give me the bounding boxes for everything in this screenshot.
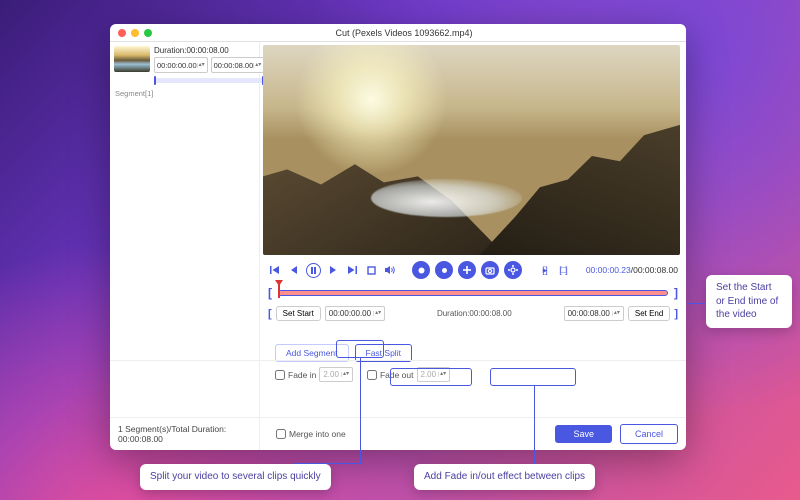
preview-art	[371, 179, 521, 217]
zoom-window-icon[interactable]	[144, 29, 152, 37]
segments-summary: 1 Segment(s)/Total Duration: 00:00:08.00	[118, 424, 268, 444]
merge-label: Merge into one	[289, 429, 346, 439]
minimize-window-icon[interactable]	[131, 29, 139, 37]
window-title: Cut (Pexels Videos 1093662.mp4)	[152, 28, 686, 38]
segment-start-value: 00:00:00.00	[157, 61, 197, 70]
volume-icon[interactable]	[383, 263, 397, 277]
segment-end-value: 00:00:08.00	[214, 61, 254, 70]
bottom-bar: 1 Segment(s)/Total Duration: 00:00:08.00…	[110, 417, 686, 450]
callout-lead	[534, 386, 535, 464]
mark-in-button[interactable]	[412, 261, 430, 279]
checkbox-icon[interactable]	[367, 370, 377, 380]
add-marker-button[interactable]	[458, 261, 476, 279]
segments-sidebar: Duration:00:00:08.00 00:00:00.00 ▴▾ 00:0…	[110, 42, 260, 450]
stepper-icon[interactable]: ▴▾	[438, 372, 446, 377]
segment-start-input[interactable]: 00:00:00.00 ▴▾	[154, 57, 208, 73]
segment-end-input[interactable]: 00:00:08.00 ▴▾	[211, 57, 265, 73]
bracket-in-icon[interactable]: [▸]	[537, 263, 551, 277]
playhead-icon[interactable]	[278, 284, 280, 298]
stop-icon[interactable]	[364, 263, 378, 277]
segment-range-slider[interactable]	[154, 78, 264, 83]
settings-button[interactable]	[504, 261, 522, 279]
timecode-total: /00:00:08.00	[631, 265, 678, 275]
range-start-input[interactable]: 00:00:00.00 ▴▾	[325, 306, 385, 321]
fade-in-checkbox[interactable]: Fade in 2.00 ▴▾	[275, 367, 353, 382]
range-start-value: 00:00:00.00	[329, 309, 371, 318]
set-start-button[interactable]: Set Start	[276, 306, 321, 321]
timecode-current: 00:00:00.23	[586, 265, 631, 275]
window-controls	[110, 29, 152, 37]
stepper-icon[interactable]: ▴▾	[197, 63, 205, 68]
merge-checkbox[interactable]: Merge into one	[276, 429, 346, 439]
snapshot-button[interactable]	[481, 261, 499, 279]
bracket-left-icon[interactable]: [	[268, 286, 272, 300]
playback-controls: [▸] [□] 00:00:00.23/00:00:08.00	[260, 255, 686, 282]
bracket-right-icon[interactable]: ]	[674, 286, 678, 300]
fade-in-value: 2.00	[323, 370, 339, 379]
fade-out-value: 2.00	[421, 370, 437, 379]
timeline[interactable]: [ ]	[268, 286, 678, 300]
range-row: [ Set Start 00:00:00.00 ▴▾ Duration:00:0…	[260, 304, 686, 323]
stepper-icon[interactable]: ▴▾	[341, 372, 349, 377]
stepper-icon[interactable]: ▴▾	[373, 311, 381, 316]
prev-frame-icon[interactable]	[287, 263, 301, 277]
main-panel: [▸] [□] 00:00:00.23/00:00:08.00 [ ] [ Se…	[260, 42, 686, 450]
skip-start-icon[interactable]	[268, 263, 282, 277]
segment-duration-label: Duration:00:00:08.00	[154, 46, 264, 55]
window-body: Duration:00:00:08.00 00:00:00.00 ▴▾ 00:0…	[110, 42, 686, 450]
bracket-left-icon: [	[268, 308, 272, 320]
fade-out-input[interactable]: 2.00 ▴▾	[417, 367, 451, 382]
cut-window: Cut (Pexels Videos 1093662.mp4) Duration…	[110, 24, 686, 450]
bracket-out-icon[interactable]: [□]	[556, 263, 570, 277]
fade-row: Fade in 2.00 ▴▾ Fade out 2.00 ▴▾	[110, 360, 686, 382]
callout-lead	[688, 303, 706, 304]
stepper-icon[interactable]: ▴▾	[612, 311, 620, 316]
cancel-button[interactable]: Cancel	[620, 424, 678, 444]
video-preview[interactable]	[263, 45, 680, 255]
checkbox-icon[interactable]	[275, 370, 285, 380]
titlebar: Cut (Pexels Videos 1093662.mp4)	[110, 24, 686, 42]
segment-thumbnail	[114, 46, 150, 72]
callout-lead	[360, 358, 361, 464]
callout-mid: Add Fade in/out effect between clips	[414, 464, 595, 490]
timecode: 00:00:00.23/00:00:08.00	[586, 265, 678, 275]
range-end-input[interactable]: 00:00:08.00 ▴▾	[564, 306, 624, 321]
fade-out-label: Fade out	[380, 370, 414, 380]
skip-end-icon[interactable]	[345, 263, 359, 277]
bracket-right-icon: ]	[674, 308, 678, 320]
mark-out-button[interactable]	[435, 261, 453, 279]
fade-in-label: Fade in	[288, 370, 316, 380]
segment-actions: Add Segment Fast Split	[110, 340, 412, 362]
save-button[interactable]: Save	[555, 425, 612, 443]
segment-row[interactable]: Duration:00:00:08.00 00:00:00.00 ▴▾ 00:0…	[110, 42, 259, 87]
fade-in-input[interactable]: 2.00 ▴▾	[319, 367, 353, 382]
next-frame-icon[interactable]	[326, 263, 340, 277]
close-window-icon[interactable]	[118, 29, 126, 37]
segment-tag: Segment[1]	[110, 87, 259, 100]
set-end-button[interactable]: Set End	[628, 306, 670, 321]
callout-right: Set the Start or End time of the video	[706, 275, 792, 328]
checkbox-icon[interactable]	[276, 429, 286, 439]
range-end-value: 00:00:08.00	[568, 309, 610, 318]
callout-lead	[294, 463, 360, 464]
timeline-track[interactable]	[278, 290, 668, 296]
fade-out-checkbox[interactable]: Fade out 2.00 ▴▾	[367, 367, 450, 382]
play-pause-button[interactable]	[306, 263, 321, 278]
callout-left: Split your video to several clips quickl…	[140, 464, 331, 490]
segment-meta: Duration:00:00:08.00 00:00:00.00 ▴▾ 00:0…	[154, 46, 264, 83]
range-duration-label: Duration:00:00:08.00	[389, 309, 560, 318]
